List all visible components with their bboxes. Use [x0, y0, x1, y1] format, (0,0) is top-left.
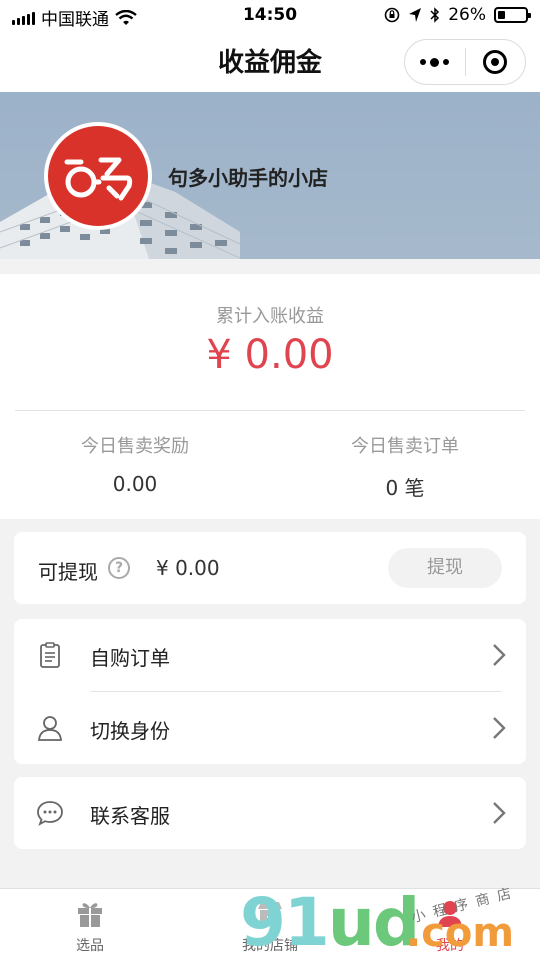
menu-item-self-orders[interactable]: 自购订单	[14, 619, 526, 691]
shop-icon	[258, 902, 282, 925]
shop-logo-mark	[64, 157, 133, 201]
today-orders-label: 今日售卖订单	[351, 436, 459, 457]
shop-name: 句多小助手的小店	[168, 166, 328, 190]
tab-mine[interactable]: 我的	[360, 889, 540, 960]
tab-bar: 选品 我的店铺 我的	[0, 888, 540, 960]
today-reward-value: 0.00	[112, 472, 158, 496]
withdraw-card: 可提现 ? ¥ 0.00 提现	[14, 532, 526, 604]
user-icon	[438, 901, 462, 927]
tab-select-products[interactable]: 选品	[0, 889, 180, 960]
status-bar: 中国联通 14:50 26%	[0, 0, 540, 32]
navigation-bar: 收益佣金	[0, 32, 540, 92]
withdrawable-label: 可提现	[38, 560, 98, 584]
menu-item-contact-support[interactable]: 联系客服	[14, 777, 526, 849]
bluetooth-icon	[430, 7, 440, 23]
earnings-summary: 累计入账收益 ¥ 0.00 今日售卖奖励 0.00 今日售卖订单 0 笔	[0, 274, 540, 519]
clipboard-icon	[40, 642, 60, 668]
total-earnings-amount: ¥ 0.00	[206, 332, 334, 378]
rotation-lock-icon	[384, 7, 400, 23]
today-orders: 今日售卖订单 0 笔	[270, 432, 540, 501]
battery-icon	[494, 7, 531, 23]
help-icon[interactable]: ?	[108, 557, 130, 579]
today-reward-label: 今日售卖奖励	[81, 436, 189, 457]
chevron-right-icon	[493, 644, 506, 666]
shop-logo	[44, 122, 152, 230]
location-icon	[409, 8, 422, 22]
menu-item-label: 联系客服	[90, 804, 170, 828]
more-button[interactable]	[405, 40, 465, 84]
menu-item-label: 切换身份	[90, 719, 170, 743]
tab-label: 选品	[76, 938, 104, 954]
chevron-right-icon	[493, 717, 506, 739]
divider	[15, 410, 525, 411]
withdraw-button[interactable]: 提现	[388, 548, 502, 588]
gift-icon	[78, 903, 102, 927]
menu-item-label: 自购订单	[90, 646, 170, 670]
mini-program-capsule	[404, 39, 526, 85]
tab-label: 我的	[436, 938, 464, 954]
tab-label: 我的店铺	[242, 938, 298, 954]
menu-item-switch-identity[interactable]: 切换身份	[14, 692, 526, 764]
tab-my-shop[interactable]: 我的店铺	[180, 889, 360, 960]
withdrawable-amount: ¥ 0.00	[156, 556, 220, 580]
today-reward: 今日售卖奖励 0.00	[0, 432, 270, 496]
support-card: 联系客服	[14, 777, 526, 849]
chat-icon	[37, 801, 63, 826]
close-mini-program-button[interactable]	[466, 40, 526, 84]
target-icon	[483, 50, 508, 74]
menu-card: 自购订单 切换身份	[14, 619, 526, 764]
chevron-right-icon	[493, 802, 506, 824]
today-orders-value: 0 笔	[385, 476, 425, 500]
shop-banner: 句多小助手的小店	[0, 92, 540, 259]
user-icon	[38, 716, 62, 741]
total-earnings-label: 累计入账收益	[216, 306, 324, 327]
more-dots-icon	[420, 57, 450, 67]
battery-percent: 26%	[448, 5, 486, 25]
